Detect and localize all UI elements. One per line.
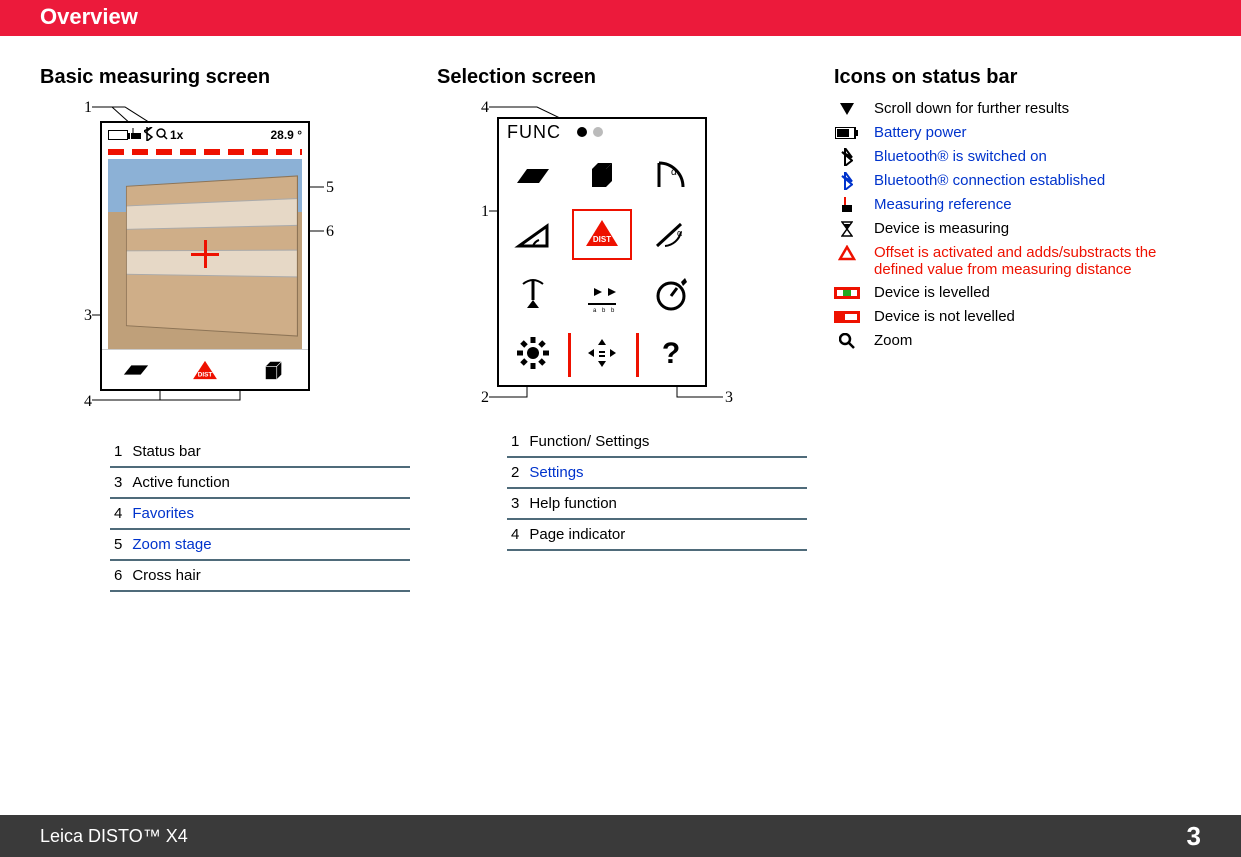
fn-indirect-icon: α	[636, 205, 705, 265]
zoom-level: 1x	[170, 128, 183, 142]
page-footer: Leica DISTO™ X4 3	[0, 815, 1241, 857]
col-selection: Selection screen 4 1 2 3 FUNC	[437, 66, 804, 592]
icon-row-measuring: Device is measuring	[834, 217, 1201, 241]
bluetooth-on-link[interactable]: Bluetooth® is switched on	[874, 148, 1047, 165]
legend-row: 2Settings	[507, 457, 807, 488]
zoom-stage-link[interactable]: Zoom stage	[128, 529, 410, 560]
icon-row-bt-on: Bluetooth® is switched on	[834, 145, 1201, 169]
svg-text:DIST: DIST	[593, 235, 611, 244]
fn-dist-icon: DIST	[568, 205, 637, 265]
fn-stakeout-icon: abb	[568, 264, 637, 324]
legend-row: 1Function/ Settings	[507, 427, 807, 457]
bluetooth-icon	[144, 127, 154, 144]
red-separator-icon	[636, 333, 639, 377]
fn-area-icon	[499, 145, 568, 205]
legend-row: 4Page indicator	[507, 519, 807, 550]
not-levelled-icon	[834, 308, 860, 326]
fn-volume-icon	[568, 145, 637, 205]
fn-settings-icon	[499, 324, 568, 384]
icon-row-ref: Measuring reference	[834, 193, 1201, 217]
device-screen-basic: 1x 28.9 ° DIST	[100, 121, 310, 391]
basic-legend: 1Status bar 3Active function 4Favorites …	[110, 437, 410, 592]
area-icon	[122, 359, 150, 381]
status-legend: Scroll down for further results Battery …	[834, 97, 1201, 353]
icon-row-bt-conn: Bluetooth® connection established	[834, 169, 1201, 193]
favorites-link[interactable]: Favorites	[128, 498, 410, 529]
icon-row-levelled: Device is levelled	[834, 281, 1201, 305]
fn-slope-icon	[499, 205, 568, 265]
volume-icon	[260, 359, 288, 381]
battery-power-link[interactable]: Battery power	[874, 124, 967, 141]
fn-help-icon: ?	[636, 324, 705, 384]
fn-timer-icon	[636, 264, 705, 324]
legend-row: 3Active function	[110, 467, 410, 498]
icon-row-battery: Battery power	[834, 121, 1201, 145]
legend-row: 3Help function	[507, 488, 807, 519]
col-icons: Icons on status bar Scroll down for furt…	[834, 66, 1201, 592]
bluetooth-on-icon	[834, 148, 860, 166]
hourglass-icon	[834, 220, 860, 238]
func-header: FUNC	[499, 119, 705, 145]
favorites-bar: DIST	[102, 349, 308, 389]
svg-text:DIST: DIST	[198, 371, 213, 378]
measuring-ref-link[interactable]: Measuring reference	[874, 196, 1012, 213]
col-basic: Basic measuring screen 1 5 6 3 4	[40, 66, 407, 592]
svg-text:α: α	[677, 228, 682, 238]
svg-text:a: a	[593, 308, 597, 314]
bluetooth-conn-link[interactable]: Bluetooth® connection established	[874, 172, 1105, 189]
legend-row: 1Status bar	[110, 437, 410, 467]
fn-plumb-icon	[499, 264, 568, 324]
page-indicator	[577, 127, 603, 137]
angle-reading: 28.9 °	[271, 128, 303, 142]
red-dash-line	[108, 149, 302, 155]
icon-row-offset: Offset is activated and adds/substracts …	[834, 241, 1201, 281]
viewfinder-photo	[108, 159, 302, 349]
icon-row-zoom: Zoom	[834, 329, 1201, 353]
status-bar: 1x 28.9 °	[102, 123, 308, 147]
measuring-reference-icon	[834, 196, 860, 214]
bluetooth-connected-icon	[834, 172, 860, 190]
ref-icon	[130, 128, 142, 143]
legend-row: 5Zoom stage	[110, 529, 410, 560]
svg-text:α: α	[671, 167, 677, 178]
levelled-icon	[834, 284, 860, 302]
page-dot	[593, 127, 603, 137]
func-label: FUNC	[507, 122, 561, 143]
battery-icon	[108, 130, 128, 140]
selection-heading: Selection screen	[437, 66, 804, 89]
legend-row: 6Cross hair	[110, 560, 410, 591]
dist-icon: DIST	[191, 359, 219, 381]
device-screen-selection: FUNC α DIST α abb	[497, 117, 707, 387]
page-dot-active	[577, 127, 587, 137]
svg-text:?: ?	[661, 337, 679, 370]
selection-diagram: 4 1 2 3 FUNC	[437, 97, 797, 407]
product-name: Leica DISTO™ X4	[40, 826, 188, 847]
page-number: 3	[1187, 821, 1201, 852]
svg-text:b: b	[602, 308, 606, 314]
settings-link[interactable]: Settings	[525, 457, 807, 488]
content-area: Basic measuring screen 1 5 6 3 4	[0, 36, 1241, 592]
legend-row: 4Favorites	[110, 498, 410, 529]
basic-heading: Basic measuring screen	[40, 66, 407, 89]
page-title: Overview	[40, 4, 138, 29]
offset-delta-icon	[834, 244, 860, 262]
function-grid: α DIST α abb ?	[499, 145, 705, 383]
fn-angle-icon: α	[636, 145, 705, 205]
zoom-icon	[834, 332, 860, 350]
icon-row-scroll: Scroll down for further results	[834, 97, 1201, 121]
fn-adjust-icon	[568, 324, 637, 384]
zoom-magnifier-icon	[156, 128, 168, 143]
selection-legend: 1Function/ Settings 2Settings 3Help func…	[507, 427, 807, 551]
page-header: Overview	[0, 0, 1241, 36]
scroll-down-icon	[834, 100, 860, 118]
icons-heading: Icons on status bar	[834, 66, 1201, 89]
svg-text:b: b	[611, 308, 615, 314]
battery-status-icon	[834, 124, 860, 142]
red-separator-icon	[568, 333, 571, 377]
basic-diagram: 1 5 6 3 4	[40, 97, 400, 417]
icon-row-not-levelled: Device is not levelled	[834, 305, 1201, 329]
building-graphic	[126, 175, 298, 336]
